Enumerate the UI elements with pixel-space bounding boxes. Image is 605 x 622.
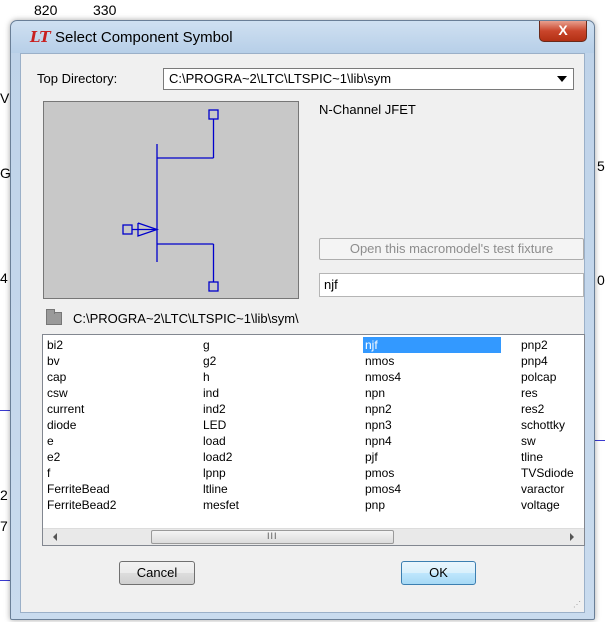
bg-label: 2 <box>0 487 8 503</box>
cancel-button[interactable]: Cancel <box>119 561 195 585</box>
bg-wire <box>0 410 10 411</box>
bg-label: 5 <box>597 158 605 174</box>
list-item[interactable]: varactor <box>519 481 581 497</box>
current-path-text: C:\PROGRA~2\LTC\LTSPIC~1\lib\sym\ <box>73 311 299 326</box>
list-item[interactable]: npn2 <box>363 401 501 417</box>
list-item[interactable]: e2 <box>45 449 183 465</box>
list-item[interactable]: nmos4 <box>363 369 501 385</box>
list-item[interactable]: pnp <box>363 497 501 513</box>
list-item[interactable]: pnp2 <box>519 337 581 353</box>
bg-label: 7 <box>0 518 8 534</box>
symbol-name-field[interactable]: njf <box>319 273 584 297</box>
list-column: bi2 bv cap csw current diode e e2 f Ferr… <box>45 337 183 513</box>
list-item[interactable]: npn <box>363 385 501 401</box>
list-item[interactable]: bi2 <box>45 337 183 353</box>
list-item[interactable]: ltline <box>201 481 339 497</box>
component-description: N-Channel JFET <box>319 102 416 117</box>
list-item[interactable]: npn4 <box>363 433 501 449</box>
list-item[interactable]: g2 <box>201 353 339 369</box>
list-item[interactable]: f <box>45 465 183 481</box>
chevron-down-icon[interactable] <box>557 76 567 82</box>
horizontal-scrollbar[interactable]: III <box>43 528 584 545</box>
list-item[interactable]: FerriteBead <box>45 481 183 497</box>
list-item[interactable]: g <box>201 337 339 353</box>
list-item[interactable]: csw <box>45 385 183 401</box>
list-item[interactable]: h <box>201 369 339 385</box>
list-item[interactable]: FerriteBead2 <box>45 497 183 513</box>
list-item[interactable]: bv <box>45 353 183 369</box>
dialog-title: Select Component Symbol <box>55 29 233 46</box>
component-list[interactable]: bi2 bv cap csw current diode e e2 f Ferr… <box>42 334 585 546</box>
list-column: pnp2 pnp4 polcap res res2 schottky sw tl… <box>519 337 581 513</box>
list-item[interactable]: ind2 <box>201 401 339 417</box>
bg-label: 330 <box>93 2 117 18</box>
list-item[interactable]: polcap <box>519 369 581 385</box>
list-item[interactable]: current <box>45 401 183 417</box>
title-bar[interactable]: LT Select Component Symbol X <box>11 21 594 53</box>
resize-grip-icon[interactable]: ⋰ <box>573 600 581 609</box>
select-component-dialog: LT Select Component Symbol X Top Directo… <box>10 20 595 620</box>
list-column: njf nmos nmos4 npn npn2 npn3 npn4 pjf pm… <box>363 337 501 513</box>
dialog-body: Top Directory: C:\PROGRA~2\LTC\LTSPIC~1\… <box>20 53 585 613</box>
top-directory-select[interactable]: C:\PROGRA~2\LTC\LTSPIC~1\lib\sym <box>163 68 574 90</box>
bg-label: V <box>0 90 10 106</box>
list-item[interactable]: pmos <box>363 465 501 481</box>
scrollbar-grip: III <box>267 531 278 541</box>
list-item[interactable]: voltage <box>519 497 581 513</box>
list-item[interactable]: cap <box>45 369 183 385</box>
open-test-fixture-button[interactable]: Open this macromodel's test fixture <box>319 238 584 260</box>
njfet-symbol-icon <box>122 109 219 292</box>
list-item[interactable]: lpnp <box>201 465 339 481</box>
bg-wire <box>0 580 10 581</box>
list-item[interactable]: tline <box>519 449 581 465</box>
list-item[interactable]: res2 <box>519 401 581 417</box>
list-item[interactable]: mesfet <box>201 497 339 513</box>
list-item[interactable]: TVSdiode <box>519 465 581 481</box>
list-item[interactable]: npn3 <box>363 417 501 433</box>
list-item[interactable]: LED <box>201 417 339 433</box>
list-item[interactable]: sw <box>519 433 581 449</box>
list-item[interactable]: diode <box>45 417 183 433</box>
bg-wire <box>595 440 605 441</box>
list-item[interactable]: pmos4 <box>363 481 501 497</box>
list-item[interactable]: nmos <box>363 353 501 369</box>
top-directory-value: C:\PROGRA~2\LTC\LTSPIC~1\lib\sym <box>169 71 392 86</box>
list-item[interactable]: pjf <box>363 449 501 465</box>
bg-label: 0 <box>597 272 605 288</box>
symbol-preview <box>43 101 299 299</box>
bg-label: 4 <box>0 270 8 286</box>
folder-icon <box>46 309 62 325</box>
close-button[interactable]: X <box>539 21 587 42</box>
bg-label: 820 <box>34 2 58 18</box>
list-item[interactable]: e <box>45 433 183 449</box>
top-directory-label: Top Directory: <box>37 71 118 86</box>
scroll-left-icon[interactable] <box>53 533 57 541</box>
list-item[interactable]: load2 <box>201 449 339 465</box>
list-item-selected[interactable]: njf <box>363 337 501 353</box>
ok-button[interactable]: OK <box>401 561 476 585</box>
list-item[interactable]: pnp4 <box>519 353 581 369</box>
scroll-right-icon[interactable] <box>570 533 574 541</box>
list-item[interactable]: schottky <box>519 417 581 433</box>
list-item[interactable]: res <box>519 385 581 401</box>
list-item[interactable]: load <box>201 433 339 449</box>
ltspice-logo-icon: LT <box>30 28 51 46</box>
list-column: g g2 h ind ind2 LED load load2 lpnp ltli… <box>201 337 339 513</box>
list-item[interactable]: ind <box>201 385 339 401</box>
